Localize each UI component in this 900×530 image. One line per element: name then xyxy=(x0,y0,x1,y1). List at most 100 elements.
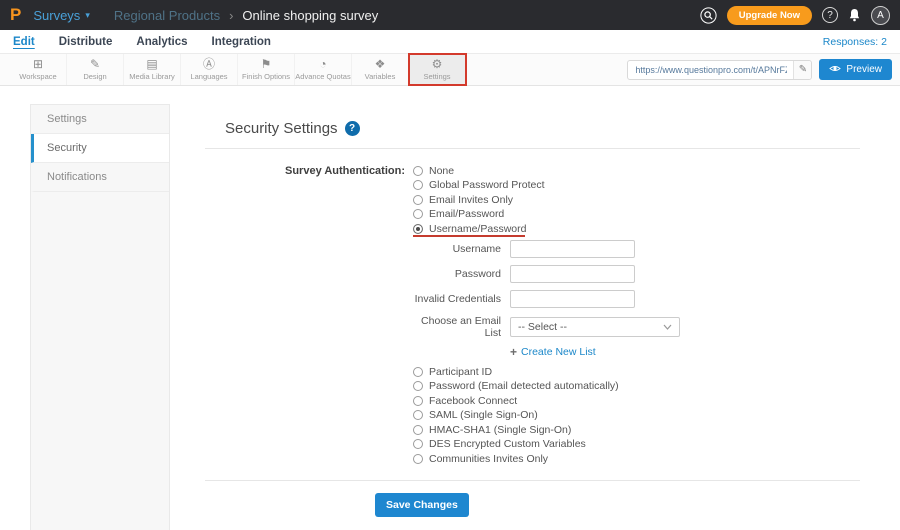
radio-option-participant-id[interactable]: Participant ID xyxy=(413,365,680,378)
radio-input-communities-invites[interactable] xyxy=(413,453,423,464)
survey-url-box: ✎ xyxy=(627,59,813,80)
radio-input-username-password[interactable] xyxy=(413,223,423,234)
preview-button[interactable]: Preview xyxy=(819,59,892,80)
password-input[interactable] xyxy=(510,265,635,283)
tab-edit[interactable]: Edit xyxy=(13,36,35,48)
username-label: Username xyxy=(452,243,501,255)
toolbar-item-languages[interactable]: Ⓐ Languages xyxy=(181,54,238,85)
topbar: P Surveys ▾ Regional Products › Online s… xyxy=(0,0,900,30)
bottom-divider xyxy=(205,479,860,481)
invalid-credentials-field-row: Invalid Credentials xyxy=(413,290,680,308)
surveys-label: Surveys xyxy=(33,7,81,23)
save-changes-button[interactable]: Save Changes xyxy=(375,492,469,517)
plus-icon: + xyxy=(510,345,518,359)
radio-option-none[interactable]: None xyxy=(413,165,680,177)
advance-quotas-icon: ◔ xyxy=(319,57,327,71)
radio-option-hmac-sha1[interactable]: HMAC-SHA1 (Single Sign-On) xyxy=(413,423,680,436)
radio-option-email-invites-only[interactable]: Email Invites Only xyxy=(413,193,680,206)
radio-input-email-invites[interactable] xyxy=(413,194,423,205)
survey-url-input[interactable] xyxy=(627,59,813,80)
radio-option-password-email-detected[interactable]: Password (Email detected automatically) xyxy=(413,380,680,392)
email-list-selected-value: -- Select -- xyxy=(518,321,568,333)
toolbar-item-media-library[interactable]: ▤ Media Library xyxy=(124,54,181,85)
gear-icon: ⚙ xyxy=(431,57,443,71)
radio-label: Facebook Connect xyxy=(429,394,518,407)
radio-input-saml[interactable] xyxy=(413,410,423,420)
security-settings-panel: Security Settings ? Survey Authenticatio… xyxy=(170,86,900,530)
radio-input-hmac-sha1[interactable] xyxy=(413,424,423,435)
upgrade-button[interactable]: Upgrade Now xyxy=(726,5,812,25)
invalid-credentials-input[interactable] xyxy=(510,290,635,308)
surveys-menu[interactable]: Surveys ▾ xyxy=(33,8,90,23)
invalid-credentials-label: Invalid Credentials xyxy=(414,293,501,305)
breadcrumb-parent[interactable]: Regional Products xyxy=(114,8,220,23)
radio-label: Password (Email detected automatically) xyxy=(429,380,619,392)
media-library-icon: ▤ xyxy=(146,57,158,71)
radio-label: Email Invites Only xyxy=(429,193,514,206)
create-new-list-label: Create New List xyxy=(521,346,596,358)
variables-icon: ❖ xyxy=(374,57,386,71)
help-badge-icon[interactable]: ? xyxy=(344,121,360,136)
radio-label: Participant ID xyxy=(429,365,493,378)
sidebar-item-settings[interactable]: Settings xyxy=(31,105,169,134)
email-list-field-row: Choose an Email List -- Select -- xyxy=(413,315,680,339)
design-icon: ✎ xyxy=(89,57,101,71)
radio-input-email-password[interactable] xyxy=(413,209,423,219)
search-icon[interactable] xyxy=(700,6,717,24)
sidebar-item-security[interactable]: Security xyxy=(31,134,169,163)
radio-option-facebook-connect[interactable]: Facebook Connect xyxy=(413,394,680,407)
password-label: Password xyxy=(454,268,501,280)
breadcrumb-current: Online shopping survey xyxy=(242,7,379,23)
questionpro-logo[interactable]: P xyxy=(10,5,21,25)
toolbar-item-workspace[interactable]: ⊞ Workspace xyxy=(10,54,67,85)
security-form: Survey Authentication: None Global Passw… xyxy=(170,165,900,468)
radio-option-global-password-protect[interactable]: Global Password Protect xyxy=(413,179,680,191)
create-new-list-link[interactable]: + Create New List xyxy=(510,346,680,358)
breadcrumb-separator-icon: › xyxy=(229,7,234,23)
radio-input-global-password[interactable] xyxy=(413,180,423,190)
help-icon[interactable]: ? xyxy=(822,7,838,23)
radio-input-password-email-detected[interactable] xyxy=(413,381,423,391)
questionpro-app: P Surveys ▾ Regional Products › Online s… xyxy=(0,0,900,530)
radio-label: DES Encrypted Custom Variables xyxy=(429,438,586,450)
radio-option-saml[interactable]: SAML (Single Sign-On) xyxy=(413,409,680,421)
tab-distribute[interactable]: Distribute xyxy=(59,36,113,48)
toolbar-item-settings[interactable]: ⚙ Settings xyxy=(408,53,467,86)
radio-input-facebook-connect[interactable] xyxy=(413,395,423,406)
tab-analytics[interactable]: Analytics xyxy=(136,36,187,48)
radio-label: SAML (Single Sign-On) xyxy=(429,409,538,421)
radio-option-communities-invites[interactable]: Communities Invites Only xyxy=(413,453,680,465)
topbar-actions: Upgrade Now ? A xyxy=(700,5,890,25)
username-input[interactable] xyxy=(510,240,635,258)
password-field-row: Password xyxy=(413,265,680,283)
avatar[interactable]: A xyxy=(871,5,890,25)
toolbar-item-label: Advance Quotas xyxy=(295,72,351,81)
radio-input-none[interactable] xyxy=(413,165,423,176)
toolbar-item-label: Languages xyxy=(190,72,228,81)
toolbar-item-variables[interactable]: ❖ Variables xyxy=(352,54,409,85)
toolbar-item-advance-quotas[interactable]: ◔ Advance Quotas xyxy=(295,54,352,85)
tab-integration[interactable]: Integration xyxy=(212,36,271,48)
toolbar-item-label: Workspace xyxy=(19,72,57,81)
notifications-bell-icon[interactable] xyxy=(848,8,861,22)
responses-count[interactable]: Responses: 2 xyxy=(823,36,887,48)
chevron-down-icon xyxy=(663,321,672,333)
radio-option-username-password[interactable]: Username/Password xyxy=(413,222,680,237)
toolbar-item-label: Variables xyxy=(364,72,396,81)
email-list-select[interactable]: -- Select -- xyxy=(510,317,680,337)
toolbar-item-design[interactable]: ✎ Design xyxy=(67,54,124,85)
email-list-label: Choose an Email List xyxy=(421,315,501,339)
breadcrumb: Regional Products › Online shopping surv… xyxy=(114,8,378,23)
edit-url-pencil-icon[interactable]: ✎ xyxy=(793,60,812,79)
radio-input-participant-id[interactable] xyxy=(413,366,423,377)
sidebar-item-notifications[interactable]: Notifications xyxy=(31,163,169,192)
radio-input-des-encrypted[interactable] xyxy=(413,439,423,449)
radio-label: HMAC-SHA1 (Single Sign-On) xyxy=(429,423,572,436)
radio-option-des-encrypted[interactable]: DES Encrypted Custom Variables xyxy=(413,438,680,450)
settings-sidebar: Settings Security Notifications xyxy=(30,104,170,530)
radio-option-email-password[interactable]: Email/Password xyxy=(413,208,680,220)
finish-options-icon: ⚑ xyxy=(260,57,272,71)
toolbar-item-finish-options[interactable]: ⚑ Finish Options xyxy=(238,54,295,85)
radio-label: Username/Password xyxy=(429,222,527,235)
auth-options-column: None Global Password Protect Email Invit… xyxy=(413,165,680,468)
